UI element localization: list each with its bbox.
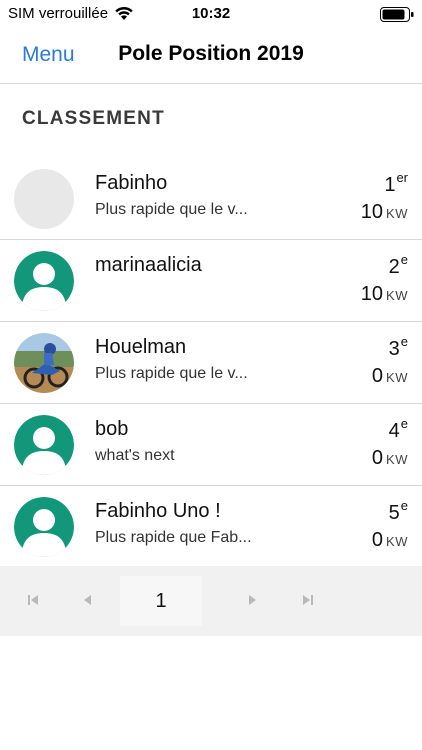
status-bar: SIM verrouillée 10:32 [0,0,422,28]
default-user-icon [14,251,74,311]
pager: 1 [0,566,422,636]
battery-icon [380,7,414,22]
points-value: 0 [371,365,384,387]
points-value: 0 [371,529,384,551]
rank-number: 1 [384,174,396,196]
ranking-list: Fabinho Plus rapide que le v... 1er 10 KW… [0,158,422,568]
rank: 4e [389,416,408,443]
rank: 3e [389,334,408,361]
points: 0 KW [372,365,408,388]
player-subtitle: Plus rapide que Fab... [95,529,252,546]
ranking-row[interactable]: Fabinho Uno ! Plus rapide que Fab... 5e … [0,486,422,568]
points-value: 0 [371,447,384,469]
rank-suffix: e [400,252,408,267]
player-name: marinaalicia [95,254,202,276]
player-name: bob [95,418,129,440]
rank-number: 2 [388,256,400,278]
nav-bar: Menu Pole Position 2019 [0,28,422,84]
default-user-icon [14,415,74,475]
status-left: SIM verrouillée [8,5,134,22]
section-header: CLASSEMENT [22,108,165,129]
points-unit: KW [386,288,408,303]
rank-number: 5 [388,502,400,524]
ranking-row[interactable]: Houelman Plus rapide que le v... 3e 0 KW [0,322,422,404]
points-unit: KW [386,452,408,467]
player-name: Houelman [95,336,187,358]
rank-suffix: e [400,334,408,349]
points: 10 KW [361,201,408,224]
rank-suffix: er [396,170,408,185]
wifi-icon [115,6,133,20]
current-page-number[interactable]: 1 [120,576,202,626]
prev-page-icon[interactable] [80,593,94,607]
rank-number: 4 [388,420,400,442]
first-page-icon[interactable] [26,593,40,607]
avatar-photo [14,333,74,393]
ranking-row[interactable]: marinaalicia 2e 10 KW [0,240,422,322]
player-subtitle: Plus rapide que le v... [95,201,248,218]
points-value: 10 [360,283,384,305]
rank: 1er [384,170,408,197]
player-subtitle: what's next [95,447,175,464]
ranking-row[interactable]: Fabinho Plus rapide que le v... 1er 10 KW [0,158,422,240]
rank-suffix: e [400,498,408,513]
rank: 5e [389,498,408,525]
points: 10 KW [361,283,408,306]
default-user-icon [14,497,74,557]
avatar-placeholder [14,169,74,229]
player-subtitle: Plus rapide que le v... [95,365,248,382]
rank-number: 3 [388,338,400,360]
player-name: Fabinho [95,172,168,194]
last-page-icon[interactable] [301,593,315,607]
ranking-row[interactable]: bob what's next 4e 0 KW [0,404,422,486]
menu-button[interactable]: Menu [22,43,75,67]
carrier-label: SIM verrouillée [8,5,109,22]
points-unit: KW [386,534,408,549]
points: 0 KW [372,529,408,552]
points-unit: KW [386,206,408,221]
points-value: 10 [360,201,384,223]
player-name: Fabinho Uno ! [95,500,221,522]
rank-suffix: e [400,416,408,431]
rank: 2e [389,252,408,279]
points: 0 KW [372,447,408,470]
points-unit: KW [386,370,408,385]
next-page-icon[interactable] [246,593,260,607]
